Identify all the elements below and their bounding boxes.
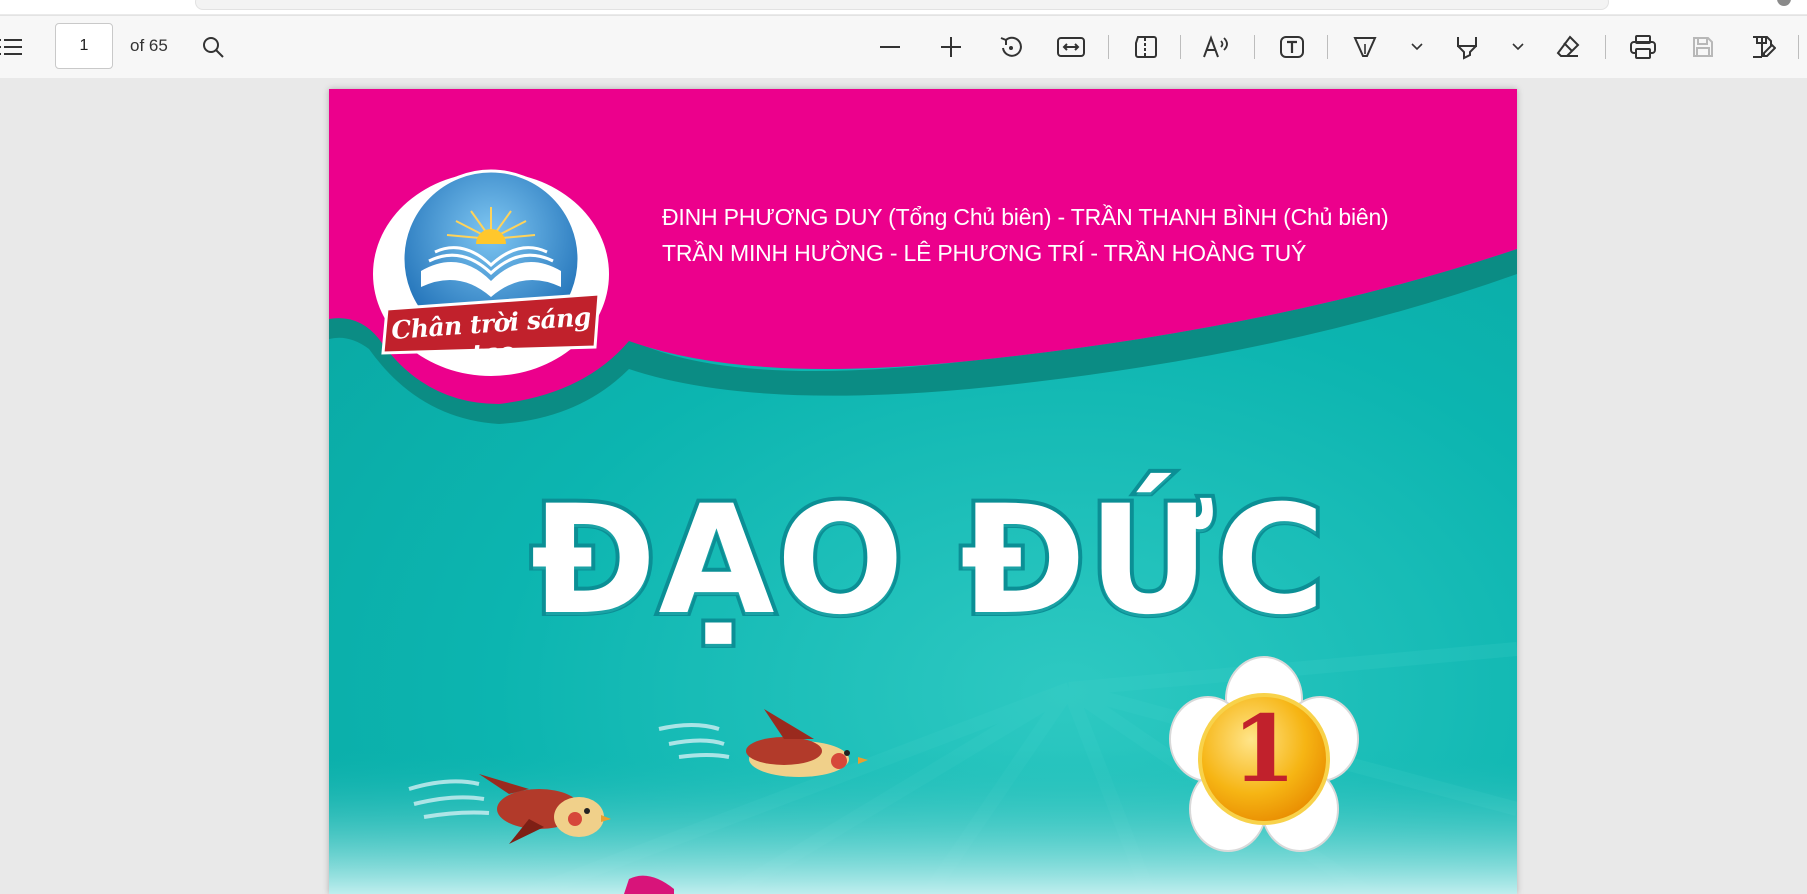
rotate-icon[interactable] — [994, 30, 1028, 64]
save-icon[interactable] — [1686, 30, 1720, 64]
toolbar-divider — [1605, 35, 1606, 59]
toolbar-divider — [1327, 35, 1328, 59]
toolbar-divider — [1798, 35, 1799, 59]
search-icon[interactable] — [196, 30, 230, 64]
zoom-in-icon[interactable] — [934, 30, 968, 64]
toolbar-divider — [1108, 35, 1109, 59]
grade-number: 1 — [1231, 695, 1296, 803]
page-total-label: of 65 — [130, 36, 168, 55]
chevron-down-icon[interactable] — [1400, 30, 1434, 64]
document-viewer[interactable]: ĐINH PHƯƠNG DUY (Tổng Chủ biên) - TRẦN T… — [0, 78, 1807, 894]
pdf-page-1: ĐINH PHƯƠNG DUY (Tổng Chủ biên) - TRẦN T… — [329, 89, 1517, 894]
page-number-input[interactable] — [55, 23, 113, 69]
eraser-icon[interactable] — [1551, 30, 1585, 64]
authors-line-1: ĐINH PHƯƠNG DUY (Tổng Chủ biên) - TRẦN T… — [662, 204, 1389, 230]
print-icon[interactable] — [1626, 30, 1660, 64]
save-as-icon[interactable] — [1746, 30, 1780, 64]
fit-width-icon[interactable] — [1054, 30, 1088, 64]
contents-icon[interactable] — [0, 30, 30, 64]
zoom-out-icon[interactable] — [873, 30, 907, 64]
profile-avatar-edge[interactable] — [1777, 0, 1791, 6]
highlight-icon[interactable] — [1450, 30, 1484, 64]
address-bar-edge[interactable] — [195, 0, 1609, 10]
page-view-icon[interactable] — [1128, 30, 1162, 64]
authors-block: ĐINH PHƯƠNG DUY (Tổng Chủ biên) - TRẦN T… — [662, 199, 1389, 271]
read-aloud-icon[interactable] — [1200, 30, 1234, 64]
toolbar-divider — [1254, 35, 1255, 59]
toolbar-divider — [1180, 35, 1181, 59]
pdf-toolbar: of 65 — [0, 15, 1807, 79]
book-title: ĐẠO ĐỨC — [527, 470, 1330, 652]
chevron-down-icon[interactable] — [1501, 30, 1535, 64]
authors-line-2: TRẦN MINH HƯỜNG - LÊ PHƯƠNG TRÍ - TRẦN H… — [662, 240, 1307, 266]
text-box-icon[interactable] — [1275, 30, 1309, 64]
draw-icon[interactable] — [1348, 30, 1382, 64]
browser-top-edge — [0, 0, 1807, 14]
